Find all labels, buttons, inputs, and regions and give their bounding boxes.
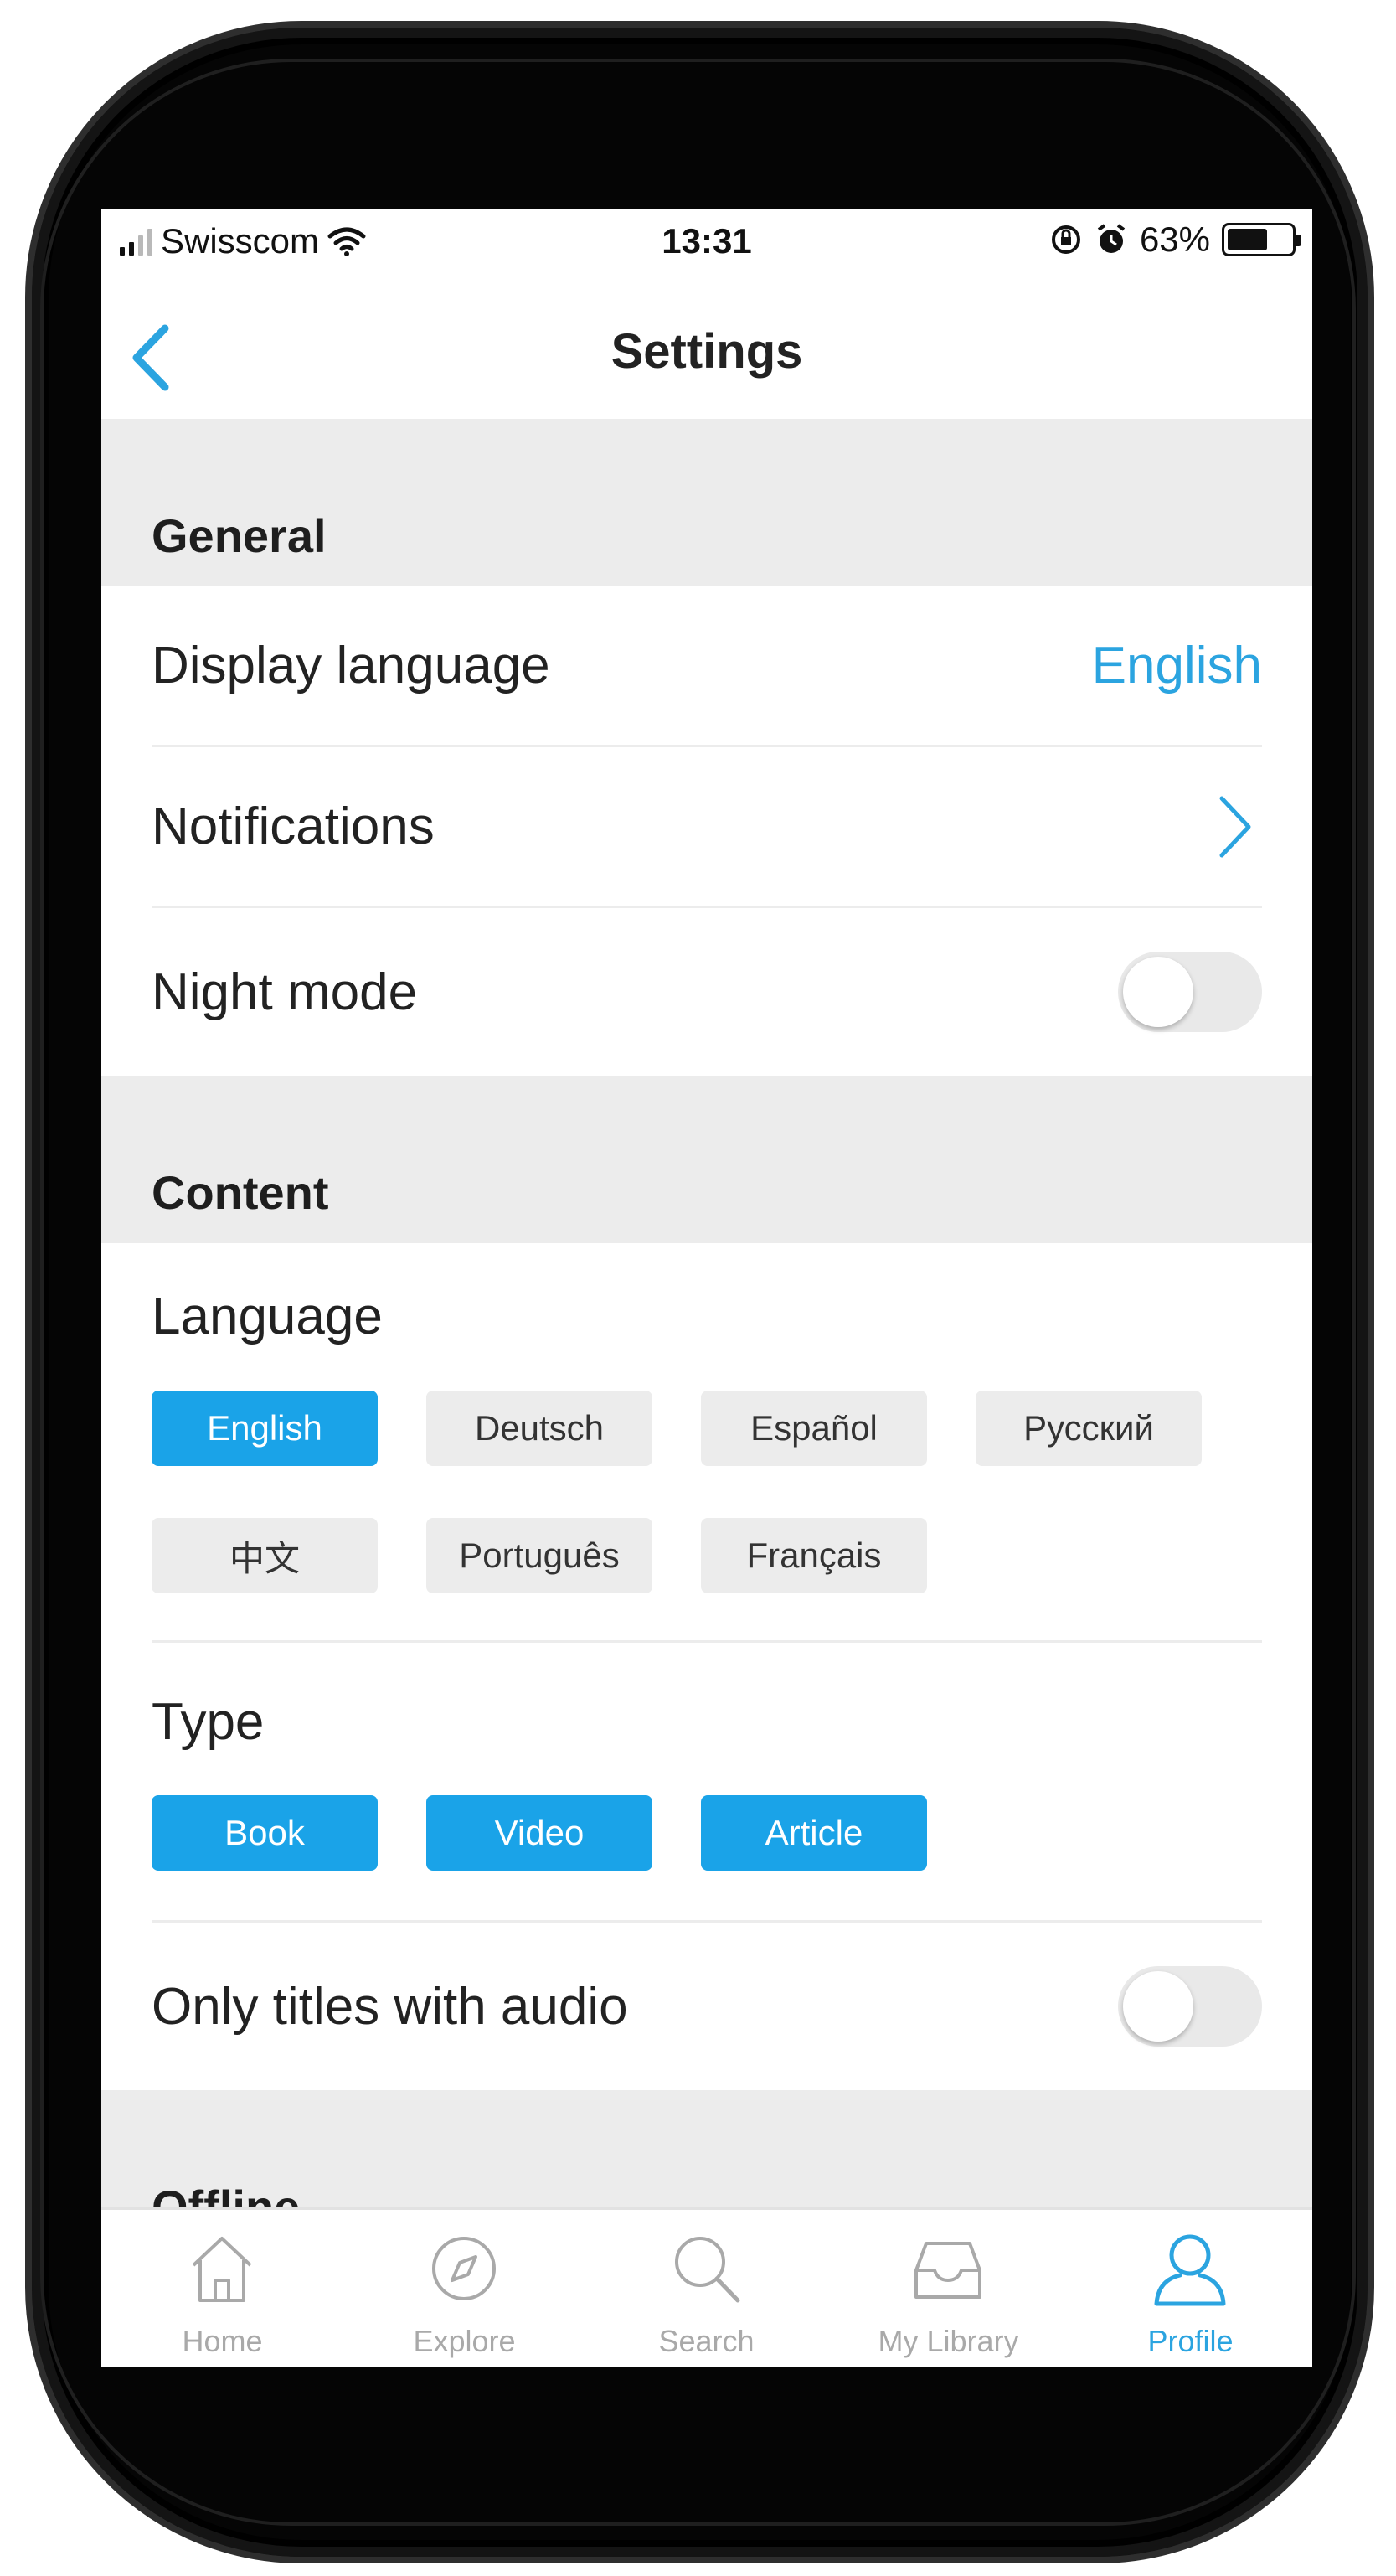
alarm-icon <box>1097 224 1126 253</box>
app-screen: Swisscom 13:31 63% Settings General Disp… <box>101 209 1312 2367</box>
language-chip-english[interactable]: English <box>152 1391 378 1466</box>
tab-explore[interactable]: Explore <box>343 2210 585 2367</box>
section-title-general: General <box>152 509 327 562</box>
toggle-knob <box>1123 1971 1193 2042</box>
nav-bar: Settings <box>101 276 1312 419</box>
section-header-content: Content <box>101 1076 1312 1243</box>
tab-home[interactable]: Home <box>101 2210 343 2367</box>
home-icon <box>192 2237 252 2302</box>
notifications-row[interactable]: Notifications <box>152 747 1262 908</box>
display-language-label: Display language <box>152 637 550 694</box>
language-chip-portugues[interactable]: Português <box>426 1518 652 1593</box>
night-mode-toggle[interactable] <box>1118 952 1262 1032</box>
type-chip-video[interactable]: Video <box>426 1795 652 1871</box>
tab-my-library-label: My Library <box>878 2324 1019 2358</box>
display-language-value[interactable]: English <box>1092 636 1262 695</box>
battery-percent: 63% <box>1139 219 1210 259</box>
notifications-label: Notifications <box>152 798 435 855</box>
language-chip-espanol[interactable]: Español <box>701 1391 927 1466</box>
type-group-title: Type <box>152 1693 265 1751</box>
audio-only-label: Only titles with audio <box>152 1977 628 2036</box>
language-chip-deutsch[interactable]: Deutsch <box>426 1391 652 1466</box>
battery-icon <box>1222 223 1301 256</box>
divider <box>152 1640 1262 1643</box>
language-chip-chinese[interactable]: 中文 <box>152 1518 378 1593</box>
section-header-general: General <box>101 419 1312 586</box>
language-chip-francais[interactable]: Français <box>701 1518 927 1593</box>
tab-bar: Home Explore Search My Library Profile <box>101 2207 1312 2367</box>
toggle-knob <box>1123 957 1193 1027</box>
tab-profile-label: Profile <box>1147 2324 1234 2358</box>
page-title: Settings <box>610 324 803 379</box>
chevron-right-icon <box>1219 796 1251 857</box>
search-icon <box>675 2237 740 2303</box>
status-right: 63% <box>1049 219 1301 260</box>
display-language-row[interactable]: Display language English <box>152 586 1262 747</box>
night-mode-row: Night mode <box>152 908 1262 1076</box>
language-chip-russian[interactable]: Русский <box>976 1391 1202 1466</box>
language-group-title: Language <box>152 1288 383 1345</box>
tab-profile[interactable]: Profile <box>1069 2210 1311 2367</box>
section-title-content: Content <box>152 1166 329 1219</box>
audio-only-row: Only titles with audio <box>152 1923 1262 2090</box>
tab-my-library[interactable]: My Library <box>827 2210 1069 2367</box>
tab-search[interactable]: Search <box>585 2210 827 2367</box>
type-chip-book[interactable]: Book <box>152 1795 378 1871</box>
tab-explore-label: Explore <box>413 2324 516 2358</box>
user-icon <box>1154 2234 1226 2306</box>
audio-only-toggle[interactable] <box>1118 1966 1262 2047</box>
compass-icon <box>432 2237 496 2300</box>
battery-fill <box>1228 229 1267 250</box>
night-mode-label: Night mode <box>152 963 418 1021</box>
tab-home-label: Home <box>182 2324 263 2358</box>
orientation-lock-icon <box>1051 225 1080 254</box>
status-bar: Swisscom 13:31 63% <box>101 209 1312 276</box>
type-chip-article[interactable]: Article <box>701 1795 927 1871</box>
tab-search-label: Search <box>658 2324 755 2358</box>
inbox-icon <box>914 2242 981 2299</box>
